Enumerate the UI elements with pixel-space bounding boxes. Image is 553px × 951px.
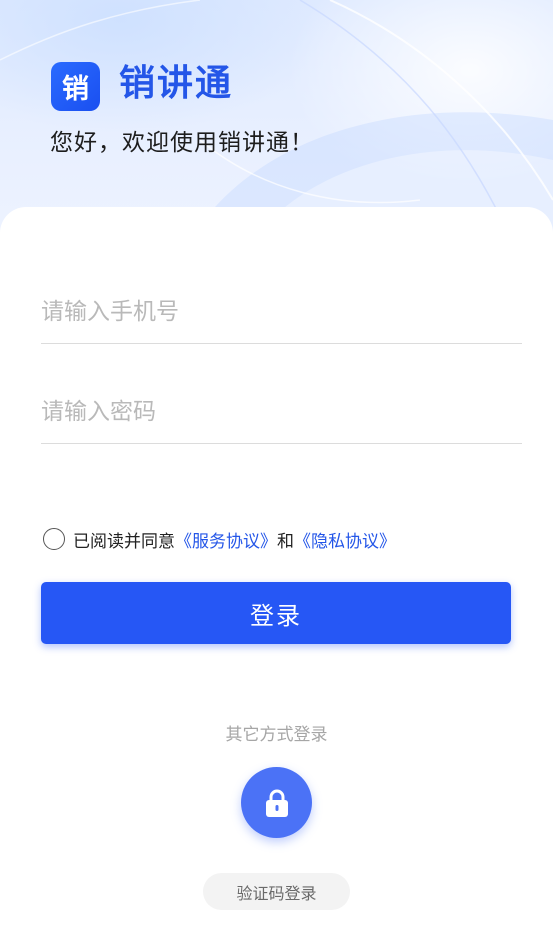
lock-icon: [265, 789, 288, 817]
verification-login-button[interactable]: [241, 767, 312, 838]
agreement-row: 已阅读并同意 《服务协议》 和 《隐私协议》: [43, 526, 396, 552]
login-button[interactable]: 登录: [41, 582, 511, 644]
agreement-and: 和: [277, 531, 294, 552]
code-login-button[interactable]: 验证码登录: [203, 873, 350, 910]
agreement-radio[interactable]: [43, 528, 65, 550]
privacy-agreement-link[interactable]: 《隐私协议》: [294, 527, 396, 552]
other-login-title: 其它方式登录: [225, 725, 328, 745]
password-input[interactable]: [41, 381, 522, 443]
service-agreement-link[interactable]: 《服务协议》: [175, 527, 277, 552]
phone-field[interactable]: [41, 281, 522, 344]
app-logo: 销: [51, 62, 100, 111]
phone-input[interactable]: [41, 281, 522, 343]
app-name: 销讲通: [119, 63, 234, 104]
password-field[interactable]: [41, 381, 522, 444]
welcome-text: 您好，欢迎使用销讲通！: [50, 130, 314, 156]
agreement-prefix: 已阅读并同意: [73, 531, 175, 552]
